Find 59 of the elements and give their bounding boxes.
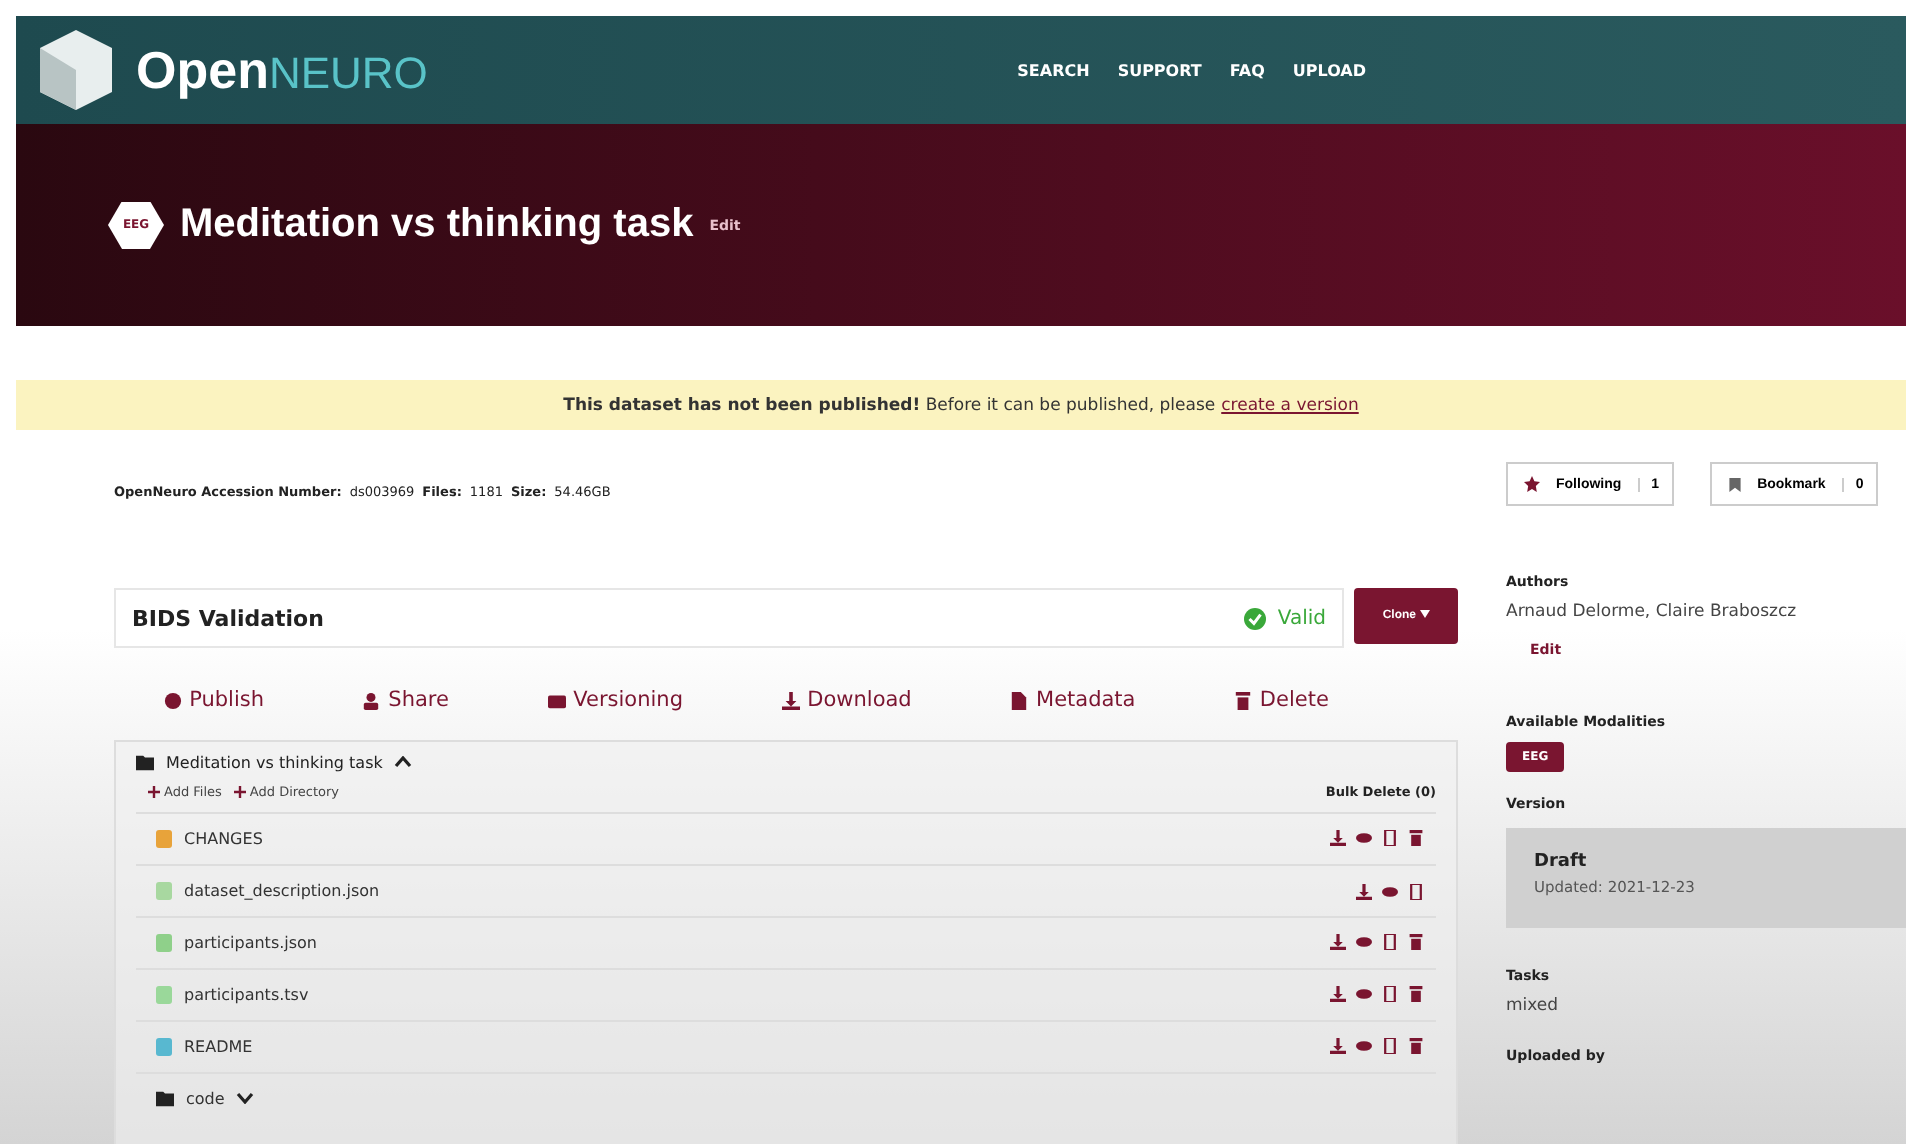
action-link[interactable]: Metadata bbox=[1010, 688, 1136, 712]
eye-icon bbox=[1356, 933, 1372, 949]
file-icon bbox=[1010, 691, 1029, 709]
chevron-down-icon[interactable] bbox=[236, 1092, 255, 1104]
folder-icon bbox=[156, 1090, 174, 1108]
validation-label: BIDS Validation bbox=[132, 605, 324, 631]
create-version-link[interactable]: create a version bbox=[1221, 395, 1359, 415]
folder-icon bbox=[136, 754, 154, 772]
validation-panel[interactable]: BIDS Validation Valid bbox=[114, 588, 1344, 648]
folder-name[interactable]: Meditation vs thinking task bbox=[166, 754, 383, 772]
nav-link[interactable]: FAQ bbox=[1229, 61, 1265, 79]
file-name[interactable]: dataset_description.json bbox=[184, 882, 380, 900]
action-link[interactable]: Download bbox=[781, 688, 912, 712]
download-icon bbox=[1330, 1037, 1346, 1053]
file-name[interactable]: participants.json bbox=[184, 934, 318, 952]
folder-name[interactable]: code bbox=[186, 1090, 225, 1108]
copy-icon bbox=[1408, 883, 1424, 899]
action-link[interactable]: Delete bbox=[1233, 688, 1329, 712]
trash-icon bbox=[1233, 691, 1252, 709]
trash-icon bbox=[1408, 985, 1424, 1001]
eye-icon bbox=[1356, 829, 1372, 845]
trash-icon bbox=[1408, 829, 1424, 845]
chevron-up-icon[interactable] bbox=[394, 756, 413, 768]
cube-logo-icon bbox=[36, 28, 116, 112]
download-icon bbox=[1330, 829, 1346, 845]
download-icon bbox=[1330, 985, 1346, 1001]
nav-link[interactable]: SEARCH bbox=[1017, 61, 1090, 79]
plus-icon bbox=[233, 786, 246, 798]
action-link[interactable]: Versioning bbox=[547, 688, 683, 712]
download-icon bbox=[781, 691, 800, 709]
brand-name[interactable]: OpenNEURO bbox=[136, 39, 428, 101]
tasks-text: mixed bbox=[1506, 996, 1561, 1016]
star-icon bbox=[1524, 476, 1540, 492]
copy-icon bbox=[1382, 985, 1398, 1001]
copy-icon bbox=[1382, 933, 1398, 949]
trash-icon bbox=[1408, 1037, 1424, 1053]
copy-icon bbox=[1382, 1037, 1398, 1053]
copy-icon bbox=[1382, 829, 1398, 845]
bookmark-icon bbox=[1727, 477, 1742, 491]
authors-text: Arnaud Delorme, Claire Braboszcz bbox=[1506, 602, 1799, 622]
download-icon bbox=[1330, 933, 1346, 949]
dataset-title: Meditation vs thinking task bbox=[180, 202, 694, 248]
file-name[interactable]: CHANGES bbox=[184, 830, 263, 848]
file-name[interactable]: participants.tsv bbox=[184, 986, 309, 1004]
eye-icon bbox=[1356, 1037, 1372, 1053]
eye-icon bbox=[1382, 883, 1398, 899]
trash-icon bbox=[1408, 933, 1424, 949]
action-link[interactable]: Share bbox=[362, 688, 449, 712]
action-link[interactable]: Publish bbox=[163, 688, 265, 712]
banner-text: This dataset has not been published! Before it can be published, please bbox=[563, 395, 1216, 415]
caret-icon bbox=[1419, 610, 1430, 618]
eye-icon bbox=[1356, 985, 1372, 1001]
plus-icon bbox=[148, 786, 160, 798]
download-icon bbox=[1356, 883, 1372, 899]
nav-link[interactable]: UPLOAD bbox=[1292, 61, 1366, 79]
file-name[interactable]: README bbox=[184, 1038, 253, 1056]
validation-status: Valid bbox=[1277, 607, 1326, 629]
nav-link[interactable]: SUPPORT bbox=[1117, 61, 1202, 79]
user-icon bbox=[362, 691, 381, 709]
